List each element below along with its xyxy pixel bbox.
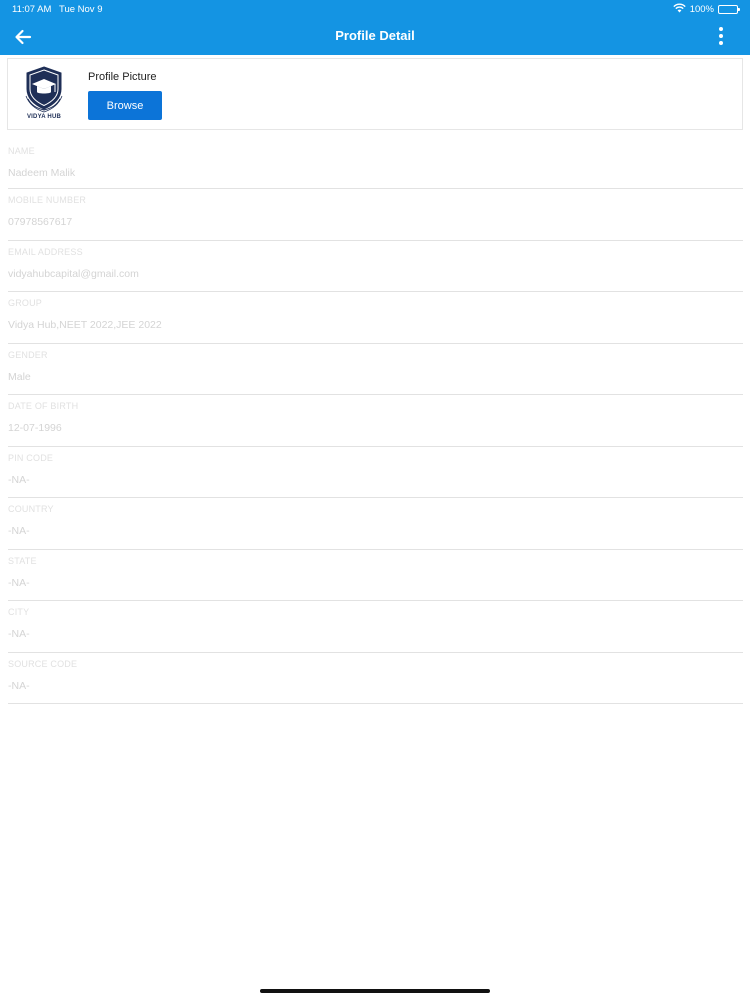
field-pin-code: PIN CODE -NA- xyxy=(8,447,743,498)
field-email-address: EMAIL ADDRESS vidyahubcapital@gmail.com xyxy=(8,241,743,292)
field-label: STATE xyxy=(8,555,37,566)
vidya-hub-logo: VIDYA HUB xyxy=(22,65,66,123)
field-value[interactable]: Male xyxy=(8,371,31,383)
wifi-icon xyxy=(672,3,686,16)
field-label: GENDER xyxy=(8,349,48,360)
field-country: COUNTRY -NA- xyxy=(8,498,743,550)
field-value[interactable]: Nadeem Malik xyxy=(8,167,75,179)
field-value[interactable]: -NA- xyxy=(8,680,30,692)
status-bar: 11:07 AM Tue Nov 9 100% xyxy=(0,0,750,18)
field-value[interactable]: -NA- xyxy=(8,474,30,486)
page-title: Profile Detail xyxy=(335,28,415,43)
profile-picture-label: Profile Picture xyxy=(88,71,157,83)
field-mobile-number: MOBILE NUMBER 07978567617 xyxy=(8,189,743,241)
field-label: PIN CODE xyxy=(8,452,54,463)
field-label: EMAIL ADDRESS xyxy=(8,246,83,257)
status-date: Tue Nov 9 xyxy=(59,4,103,15)
field-value[interactable]: vidyahubcapital@gmail.com xyxy=(8,268,139,280)
field-value[interactable]: -NA- xyxy=(8,577,30,589)
field-label: NAME xyxy=(8,146,35,156)
nav-bar: Profile Detail xyxy=(0,18,750,55)
field-source-code: SOURCE CODE -NA- xyxy=(8,653,743,704)
field-date-of-birth: DATE OF BIRTH 12-07-1996 xyxy=(8,395,743,447)
field-label: DATE OF BIRTH xyxy=(8,401,79,411)
field-group: GROUP Vidya Hub,NEET 2022,JEE 2022 xyxy=(8,292,743,344)
status-time: 11:07 AM xyxy=(12,4,52,15)
field-value[interactable]: -NA- xyxy=(8,525,30,537)
profile-picture-card: VIDYA HUB Profile Picture Browse xyxy=(7,58,743,130)
field-city: CITY -NA- xyxy=(8,601,743,653)
logo-text: VIDYA HUB xyxy=(26,114,62,120)
field-value[interactable]: 07978567617 xyxy=(8,216,72,228)
profile-fields: NAME Nadeem Malik MOBILE NUMBER 07978567… xyxy=(8,140,743,704)
battery-icon xyxy=(718,5,740,14)
more-vertical-icon[interactable] xyxy=(718,27,724,45)
field-state: STATE -NA- xyxy=(8,550,743,601)
browse-button[interactable]: Browse xyxy=(88,91,162,120)
field-label: COUNTRY xyxy=(8,504,54,514)
field-value[interactable]: 12-07-1996 xyxy=(8,422,62,434)
field-value[interactable]: -NA- xyxy=(8,628,30,640)
field-label: MOBILE NUMBER xyxy=(8,195,87,205)
home-indicator[interactable] xyxy=(260,989,490,993)
field-gender: GENDER Male xyxy=(8,344,743,395)
battery-percent: 100% xyxy=(689,4,714,15)
field-label: SOURCE CODE xyxy=(8,658,78,669)
status-right: 100% xyxy=(672,3,740,16)
field-label: GROUP xyxy=(8,298,43,308)
field-value[interactable]: Vidya Hub,NEET 2022,JEE 2022 xyxy=(8,319,162,331)
field-name: NAME Nadeem Malik xyxy=(8,140,743,189)
field-label: CITY xyxy=(8,607,30,617)
